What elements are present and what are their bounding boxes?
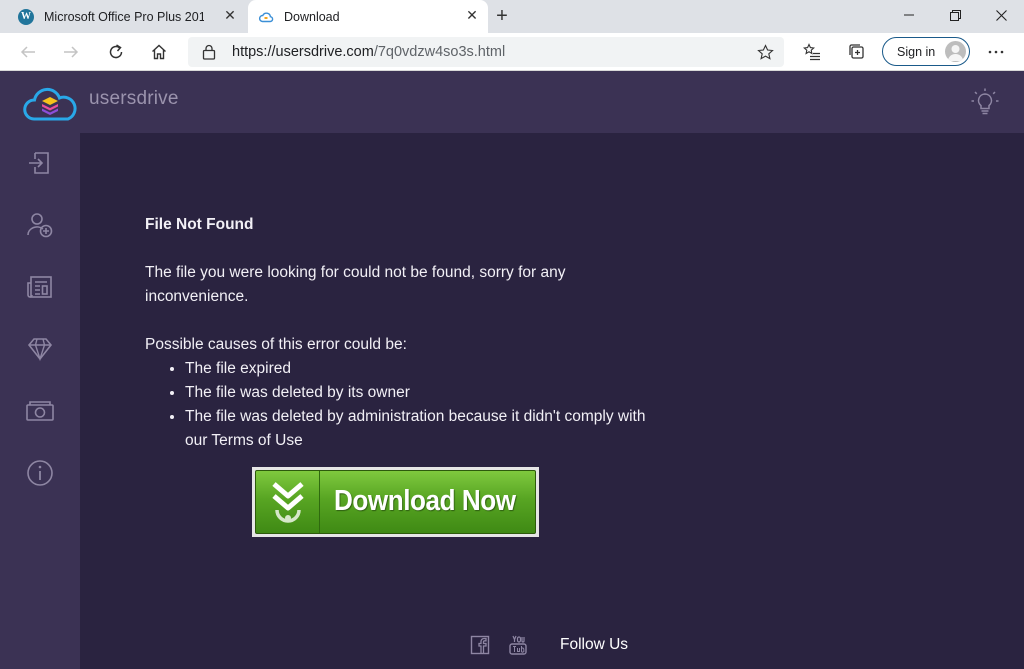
youtube-icon[interactable] [508, 635, 528, 655]
list-item: The file was deleted by its owner [185, 381, 665, 405]
site-header: usersdrive [0, 71, 1024, 133]
lock-icon[interactable] [202, 44, 216, 60]
restore-icon [949, 9, 961, 21]
download-now-button[interactable]: Download Now [252, 467, 539, 537]
settings-menu-button[interactable] [982, 38, 1010, 66]
user-icon [948, 45, 963, 61]
forward-button[interactable] [57, 38, 85, 66]
refresh-button[interactable] [102, 38, 130, 66]
sign-in-button[interactable]: Sign in [882, 37, 970, 66]
back-button[interactable] [14, 38, 42, 66]
collections-button[interactable] [843, 38, 871, 66]
minimize-icon [904, 14, 914, 16]
tab-title: Download [284, 9, 340, 24]
collections-icon [849, 44, 864, 59]
url-host: https://usersdrive.com [232, 44, 374, 60]
download-label: Download Now [334, 485, 516, 517]
close-icon[interactable]: ✕ [222, 8, 238, 24]
close-icon [995, 9, 1007, 21]
footer: Follow Us [470, 631, 628, 659]
url-path: /7q0vdzw4so3s.html [373, 44, 506, 60]
error-text: The file you were looking for could not … [145, 264, 566, 305]
url-text: https://usersdrive.com/7q0vdzw4so3s.html [232, 44, 505, 60]
news-icon[interactable] [25, 272, 55, 302]
side-nav [0, 133, 80, 669]
causes-list: The file expired The file was deleted by… [185, 357, 665, 453]
lightbulb-icon[interactable] [970, 87, 1000, 117]
money-icon[interactable] [25, 396, 55, 426]
new-tab-button[interactable]: + [491, 5, 513, 27]
main-content: File Not Found The file you were looking… [80, 133, 1024, 669]
list-item: The file was deleted by administration b… [185, 405, 665, 453]
arrow-left-icon [20, 46, 35, 58]
add-user-icon[interactable] [25, 210, 55, 240]
download-arrow-icon [256, 471, 320, 533]
refresh-icon [109, 44, 123, 59]
error-title: File Not Found [145, 216, 254, 233]
brand-name[interactable]: usersdrive [89, 88, 179, 110]
home-icon [152, 44, 166, 60]
causes-intro: Possible causes of this error could be: [145, 336, 407, 353]
error-message: File Not Found The file you were looking… [145, 213, 665, 453]
browser-toolbar: https://usersdrive.com/7q0vdzw4so3s.html… [0, 33, 1024, 71]
close-window-button[interactable] [978, 0, 1024, 30]
wordpress-icon: W [18, 8, 34, 25]
download-button-face: Download Now [255, 470, 536, 534]
tab-download[interactable]: Download ✕ [248, 0, 488, 33]
login-icon[interactable] [25, 148, 55, 178]
info-icon[interactable] [25, 458, 55, 488]
tab-office[interactable]: W Microsoft Office Pro Plus 2016 W ✕ [8, 0, 246, 33]
diamond-icon[interactable] [25, 334, 55, 364]
avatar [945, 41, 966, 62]
close-icon[interactable]: ✕ [464, 8, 480, 24]
restore-button[interactable] [932, 0, 978, 30]
sign-in-label: Sign in [897, 44, 936, 59]
minimize-button[interactable] [886, 0, 932, 30]
address-bar[interactable]: https://usersdrive.com/7q0vdzw4so3s.html [188, 37, 784, 67]
arrow-right-icon [64, 46, 79, 58]
follow-us-label: Follow Us [560, 636, 629, 653]
cloud-icon [258, 11, 274, 22]
favorites-button[interactable] [798, 38, 826, 66]
tab-title: Microsoft Office Pro Plus 2016 W [44, 9, 204, 24]
list-item: The file expired [185, 357, 665, 381]
favorite-star-icon[interactable] [757, 44, 774, 61]
tab-strip: W Microsoft Office Pro Plus 2016 W ✕ Dow… [0, 0, 1024, 33]
facebook-icon[interactable] [470, 635, 490, 655]
usersdrive-logo-icon[interactable] [22, 83, 78, 123]
home-button[interactable] [145, 38, 173, 66]
more-dots-icon [988, 50, 1004, 54]
favorites-list-icon [803, 43, 820, 61]
